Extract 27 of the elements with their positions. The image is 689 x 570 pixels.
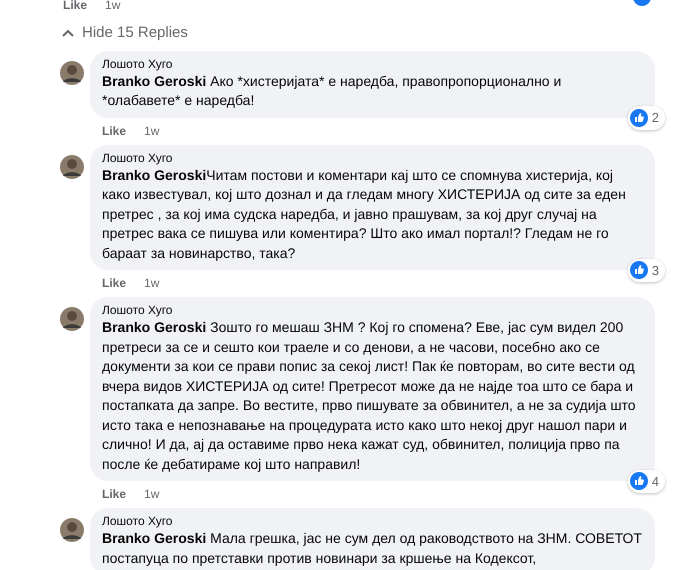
- avatar[interactable]: [60, 154, 84, 178]
- timestamp: 1w: [144, 275, 160, 292]
- timestamp: 1w: [144, 122, 160, 140]
- author-name[interactable]: Лошото Хуго: [102, 150, 643, 166]
- chevron-up-icon: [62, 29, 74, 38]
- avatar[interactable]: [60, 60, 84, 84]
- avatar[interactable]: [60, 518, 84, 542]
- author-name[interactable]: Лошото Хуго: [102, 513, 643, 529]
- like-link[interactable]: Like: [102, 274, 126, 292]
- reaction-count: 3: [652, 262, 660, 280]
- reaction-badge[interactable]: 3: [628, 258, 665, 282]
- comment-text: Branko Geroski Мала грешка, јас не сум дел од раководството на ЗНМ. СОВЕТОТ постапуца по претставки против новинари за кршење на Кодексот,: [102, 529, 643, 568]
- author-name[interactable]: Лошото Хуго: [102, 302, 643, 318]
- like-link[interactable]: Like: [63, 0, 88, 14]
- reaction-badge[interactable]: 4: [628, 470, 665, 493]
- like-link[interactable]: Like: [102, 485, 126, 503]
- timestamp: 1w: [105, 0, 120, 14]
- reaction-badge[interactable]: 2: [628, 106, 665, 130]
- reaction-count: 4: [652, 472, 660, 490]
- hide-replies-button[interactable]: Hide 15 Replies: [62, 22, 188, 44]
- like-link[interactable]: Like: [102, 122, 126, 140]
- comment-text: Branko Geroski Ако *хистеријата* е наредба, правопропорционално и *олабавете* е наредба!: [102, 72, 562, 110]
- reaction-count: 2: [652, 109, 660, 127]
- author-name[interactable]: Лошото Хуго: [102, 56, 643, 72]
- timestamp: 1w: [144, 486, 160, 503]
- comment-text: Branko GeroskiЧитам постови и коментари кај што се спомнува хистерија, кој како известувал, кој што дознал и да гледам многу ХИСТЕРИЈА од сите за еден претрес , за кој има судска наредба, и јавно прашувам, за кој друг случај на претрес вака се пишува или коментира? Што ако имал портал!? Гледам не го бараат за новинарство, така?: [102, 166, 627, 263]
- avatar[interactable]: [60, 307, 84, 331]
